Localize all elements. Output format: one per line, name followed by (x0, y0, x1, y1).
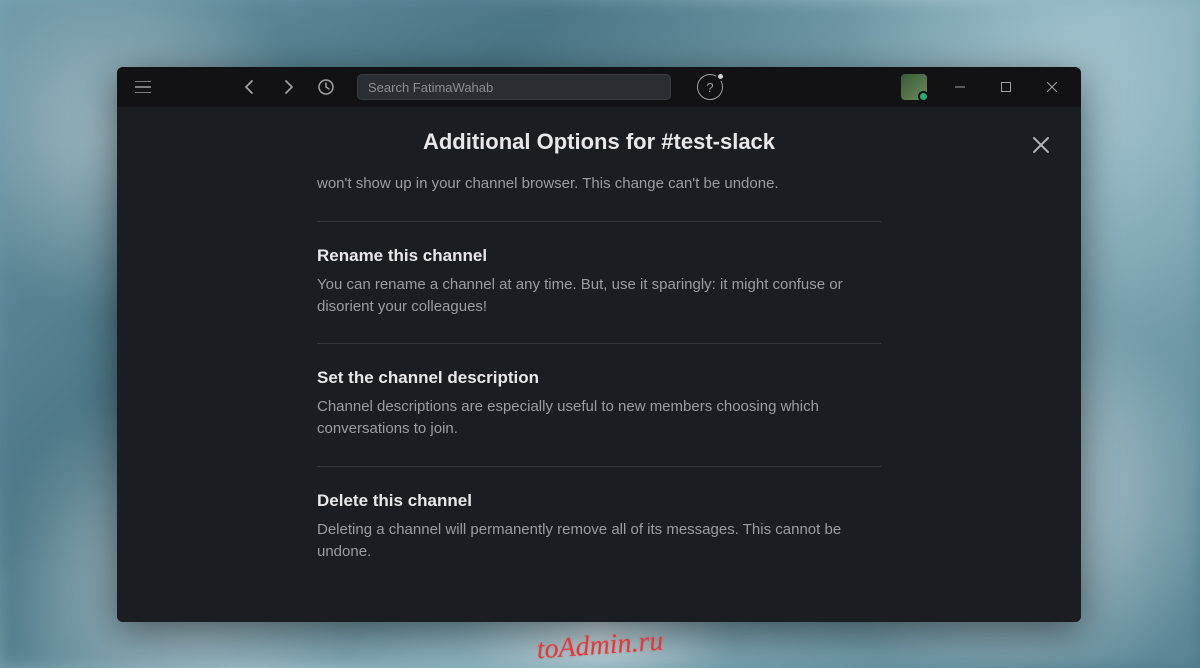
help-button[interactable]: ? (697, 74, 723, 100)
modal-channel-name: #test-slack (661, 129, 775, 154)
presence-active-icon (918, 91, 929, 102)
slack-window: Search FatimaWahab ? Addition (117, 67, 1081, 622)
forward-button[interactable] (271, 70, 305, 104)
option-rename-channel[interactable]: Rename this channel You can rename a cha… (317, 222, 881, 345)
history-button[interactable] (309, 70, 343, 104)
maximize-button[interactable] (983, 67, 1029, 107)
modal-title: Additional Options for #test-slack (177, 129, 1021, 155)
option-title: Delete this channel (317, 491, 881, 511)
option-desc: Channel descriptions are especially usef… (317, 396, 881, 440)
user-avatar[interactable] (901, 74, 927, 100)
option-desc: You can rename a channel at any time. Bu… (317, 274, 881, 318)
option-desc: Deleting a channel will permanently remo… (317, 519, 881, 563)
modal-content: won't show up in your channel browser. T… (117, 173, 1081, 588)
option-archive-trailing[interactable]: won't show up in your channel browser. T… (317, 173, 881, 222)
option-set-description[interactable]: Set the channel description Channel desc… (317, 344, 881, 467)
minimize-button[interactable] (937, 67, 983, 107)
menu-button[interactable] (123, 67, 163, 107)
help-icon: ? (706, 80, 713, 95)
search-input[interactable]: Search FatimaWahab (357, 74, 671, 100)
back-button[interactable] (233, 70, 267, 104)
window-close-button[interactable] (1029, 67, 1075, 107)
option-title: Rename this channel (317, 246, 881, 266)
search-placeholder: Search FatimaWahab (368, 80, 493, 95)
modal-header: Additional Options for #test-slack (117, 107, 1081, 173)
option-delete-channel[interactable]: Delete this channel Deleting a channel w… (317, 467, 881, 589)
option-title: Set the channel description (317, 368, 881, 388)
notification-dot-icon (716, 72, 725, 81)
titlebar: Search FatimaWahab ? (117, 67, 1081, 107)
modal-dialog: Additional Options for #test-slack won't… (117, 107, 1081, 622)
option-desc: won't show up in your channel browser. T… (317, 173, 881, 195)
modal-title-prefix: Additional Options for (423, 129, 655, 154)
modal-close-button[interactable] (1025, 129, 1057, 161)
